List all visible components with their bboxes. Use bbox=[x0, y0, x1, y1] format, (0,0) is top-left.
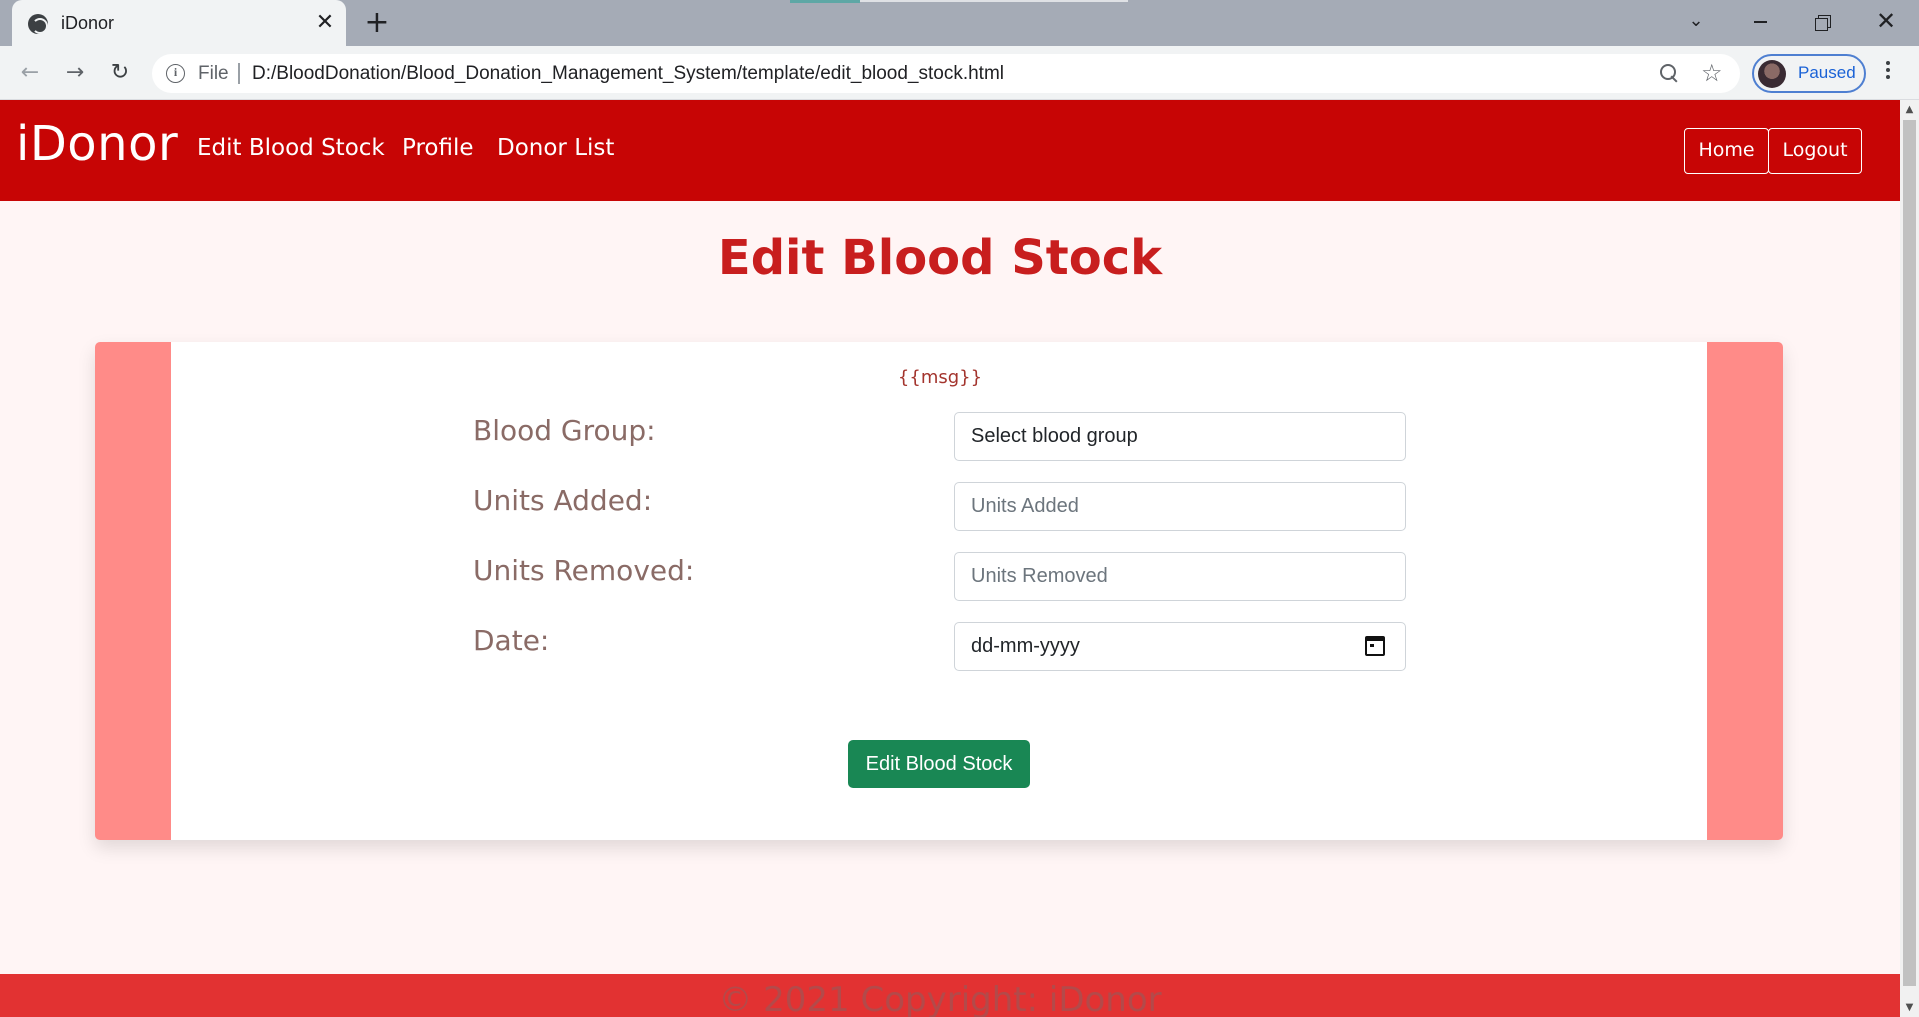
units-removed-label: Units Removed: bbox=[473, 554, 695, 587]
tabstrip-accent bbox=[790, 0, 860, 3]
zoom-icon[interactable] bbox=[1658, 62, 1680, 84]
blood-group-label: Blood Group: bbox=[473, 414, 656, 447]
browser-tabstrip: iDonor ✕ + ⌄ ✕ bbox=[0, 0, 1919, 46]
form-card: {{msg}} Blood Group: Select blood group … bbox=[95, 342, 1783, 840]
blood-group-selected-value: Select blood group bbox=[971, 425, 1138, 447]
scrollbar-thumb[interactable] bbox=[1903, 120, 1916, 986]
tab-title: iDonor bbox=[61, 13, 115, 33]
new-tab-button[interactable]: + bbox=[362, 8, 392, 38]
back-arrow-icon[interactable]: ← bbox=[14, 57, 46, 89]
brand-logo[interactable]: iDonor bbox=[16, 116, 178, 172]
avatar bbox=[1758, 60, 1786, 88]
scroll-up-arrow-icon[interactable]: ▲ bbox=[1900, 100, 1919, 119]
browser-menu-icon[interactable] bbox=[1882, 58, 1894, 88]
tab-close-icon[interactable]: ✕ bbox=[312, 10, 338, 36]
bookmark-star-icon[interactable]: ☆ bbox=[1701, 59, 1723, 87]
browser-tab[interactable]: iDonor ✕ bbox=[12, 0, 346, 46]
omnibox-divider bbox=[238, 63, 240, 84]
url-text[interactable]: D:/BloodDonation/Blood_Donation_Manageme… bbox=[252, 63, 1004, 85]
home-button[interactable]: Home bbox=[1684, 128, 1769, 174]
copyright-text: © 2021 Copyright: iDonor bbox=[718, 980, 1162, 1017]
site-footer: © 2021 Copyright: iDonor bbox=[0, 974, 1900, 1017]
logout-button[interactable]: Logout bbox=[1768, 128, 1862, 174]
forward-arrow-icon[interactable]: → bbox=[59, 57, 91, 89]
units-added-label: Units Added: bbox=[473, 484, 653, 517]
profile-status: Paused bbox=[1798, 63, 1856, 82]
url-scheme: File bbox=[198, 63, 229, 84]
date-label: Date: bbox=[473, 624, 550, 657]
globe-icon bbox=[28, 14, 48, 34]
minimize-window-button[interactable] bbox=[1740, 6, 1780, 36]
date-input[interactable]: dd-mm-yyyy bbox=[954, 622, 1406, 671]
edit-blood-stock-button[interactable]: Edit Blood Stock bbox=[848, 740, 1030, 788]
form-card-body: {{msg}} Blood Group: Select blood group … bbox=[171, 342, 1707, 840]
close-window-button[interactable]: ✕ bbox=[1866, 6, 1906, 36]
units-removed-placeholder: Units Removed bbox=[971, 565, 1108, 587]
browser-toolbar: ← → ↻ i File D:/BloodDonation/Blood_Dona… bbox=[0, 46, 1919, 100]
restore-window-button[interactable] bbox=[1803, 6, 1843, 36]
profile-button[interactable]: Paused bbox=[1752, 54, 1866, 93]
page-scrollbar[interactable]: ▲ ▼ bbox=[1900, 100, 1919, 1017]
message-text: {{msg}} bbox=[897, 367, 983, 388]
date-format-value: dd-mm-yyyy bbox=[971, 635, 1080, 657]
nav-link-donor-list[interactable]: Donor List bbox=[497, 135, 614, 161]
page-viewport: iDonor Edit Blood Stock Profile Donor Li… bbox=[0, 100, 1900, 1017]
page-title: Edit Blood Stock bbox=[717, 230, 1163, 286]
address-bar[interactable]: i File D:/BloodDonation/Blood_Donation_M… bbox=[152, 54, 1740, 93]
scroll-down-arrow-icon[interactable]: ▼ bbox=[1900, 998, 1919, 1017]
nav-link-edit-blood-stock[interactable]: Edit Blood Stock bbox=[197, 135, 385, 161]
nav-link-profile[interactable]: Profile bbox=[402, 135, 474, 161]
info-icon[interactable]: i bbox=[166, 64, 185, 83]
units-added-placeholder: Units Added bbox=[971, 495, 1079, 517]
blood-group-select[interactable]: Select blood group bbox=[954, 412, 1406, 461]
site-navbar: iDonor Edit Blood Stock Profile Donor Li… bbox=[0, 100, 1900, 201]
reload-icon[interactable]: ↻ bbox=[104, 57, 136, 89]
tab-search-chevron-icon[interactable]: ⌄ bbox=[1676, 6, 1716, 36]
tabstrip-accent-light bbox=[860, 0, 1128, 2]
calendar-icon[interactable] bbox=[1365, 636, 1385, 656]
units-removed-input[interactable]: Units Removed bbox=[954, 552, 1406, 601]
units-added-input[interactable]: Units Added bbox=[954, 482, 1406, 531]
